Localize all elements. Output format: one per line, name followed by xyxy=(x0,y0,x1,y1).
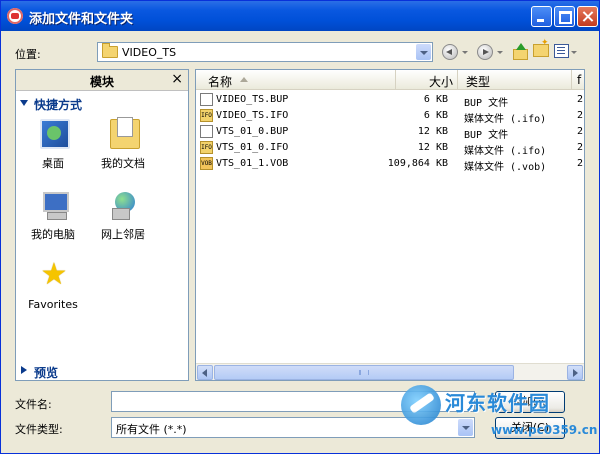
location-combobox[interactable]: VIDEO_TS xyxy=(97,42,433,62)
forward-icon[interactable] xyxy=(477,44,493,60)
file-row[interactable]: VIDEO_TS.BUP 6 KB BUP 文件 2 xyxy=(196,92,584,109)
file-date: 2 xyxy=(577,94,584,105)
bup-file-icon xyxy=(200,125,213,138)
file-name: VTS_01_0.BUP xyxy=(216,126,289,137)
scrollbar-thumb[interactable] xyxy=(214,365,514,380)
file-date: 2 xyxy=(577,158,584,169)
preview-title: 预览 xyxy=(34,366,59,380)
my-computer-icon xyxy=(40,190,70,220)
file-name: VTS_01_1.VOB xyxy=(216,158,289,169)
filetype-value: 所有文件 (*.*) xyxy=(116,423,187,436)
horizontal-scrollbar[interactable] xyxy=(196,363,584,380)
column-header-size[interactable]: 大小 xyxy=(396,70,458,90)
shortcuts-section-header[interactable]: 快捷方式 xyxy=(16,94,188,112)
file-type: 媒体文件 (.ifo) xyxy=(464,146,547,157)
expand-arrow-icon xyxy=(20,100,28,106)
vob-file-icon: VOB xyxy=(200,157,213,170)
file-size: 109,864 KB xyxy=(387,158,448,169)
location-value: VIDEO_TS xyxy=(122,46,177,59)
column-date-label: f xyxy=(577,73,582,87)
file-type: 媒体文件 (.vob) xyxy=(464,162,547,173)
shortcut-my-computer[interactable]: 我的电脑 xyxy=(18,188,88,242)
add-files-dialog: 添加文件和文件夹 位置: VIDEO_TS 模块 × 快捷方式 桌面 我的文档 xyxy=(0,0,600,454)
file-date: 2 xyxy=(577,142,584,153)
my-documents-icon xyxy=(110,117,140,149)
column-header-type[interactable]: 类型 xyxy=(458,70,572,90)
view-dropdown-icon[interactable] xyxy=(571,51,577,54)
folder-icon xyxy=(102,43,118,58)
shortcut-label: 桌面 xyxy=(42,157,64,170)
column-type-label: 类型 xyxy=(466,75,491,89)
filename-input[interactable] xyxy=(111,391,475,412)
file-type: BUP 文件 xyxy=(464,130,509,141)
bup-file-icon xyxy=(200,93,213,106)
favorites-star-icon: ★ xyxy=(40,257,68,292)
file-date: 2 xyxy=(577,110,584,121)
desktop-icon xyxy=(40,119,70,149)
file-list[interactable]: 名称 大小 类型 f VIDEO_TS.BUP 6 KB BUP 文件 2 IF… xyxy=(195,69,585,381)
add-button[interactable]: 添加(A) xyxy=(495,391,565,413)
filetype-label: 文件类型: xyxy=(15,423,63,436)
places-panel: 模块 × 快捷方式 桌面 我的文档 我的电脑 网上邻居 ★ Favorites xyxy=(15,69,189,381)
shortcut-network-places[interactable]: 网上邻居 xyxy=(88,188,158,242)
maximize-button[interactable] xyxy=(554,6,575,27)
view-menu-icon[interactable] xyxy=(554,44,569,58)
file-row[interactable]: IFO VIDEO_TS.IFO 6 KB 媒体文件 (.ifo) 2 xyxy=(196,108,584,125)
filename-label: 文件名: xyxy=(15,398,52,411)
forward-dropdown-icon[interactable] xyxy=(497,51,503,54)
shortcut-favorites[interactable]: ★ Favorites xyxy=(18,260,88,314)
preview-section-header[interactable]: 预览 xyxy=(16,362,188,380)
file-date: 2 xyxy=(577,126,584,137)
ifo-file-icon: IFO xyxy=(200,109,213,122)
column-name-label: 名称 xyxy=(208,75,233,89)
sort-ascending-icon xyxy=(240,77,248,82)
collapse-arrow-icon xyxy=(21,366,27,374)
file-row[interactable]: VOB VTS_01_1.VOB 109,864 KB 媒体文件 (.vob) … xyxy=(196,156,584,173)
panel-title: 模块 xyxy=(89,75,114,89)
app-icon xyxy=(7,8,23,24)
title-bar[interactable]: 添加文件和文件夹 xyxy=(1,1,599,31)
up-folder-icon[interactable] xyxy=(512,43,528,60)
shortcut-label: 我的电脑 xyxy=(31,228,75,241)
scroll-right-icon[interactable] xyxy=(567,365,583,380)
filetype-select[interactable]: 所有文件 (*.*) xyxy=(111,417,475,438)
file-size: 12 KB xyxy=(417,126,448,137)
file-size: 6 KB xyxy=(423,110,448,121)
file-row[interactable]: IFO VTS_01_0.IFO 12 KB 媒体文件 (.ifo) 2 xyxy=(196,140,584,157)
back-icon[interactable] xyxy=(442,44,458,60)
panel-close-icon[interactable]: × xyxy=(171,71,183,87)
file-row[interactable]: VTS_01_0.BUP 12 KB BUP 文件 2 xyxy=(196,124,584,141)
minimize-button[interactable] xyxy=(531,6,552,27)
file-type: BUP 文件 xyxy=(464,98,509,109)
shortcut-label: 我的文档 xyxy=(101,157,145,170)
location-label: 位置: xyxy=(15,48,41,61)
file-size: 12 KB xyxy=(417,142,448,153)
shortcuts-title: 快捷方式 xyxy=(34,98,83,112)
column-header-date[interactable]: f xyxy=(572,70,584,90)
shortcut-label: Favorites xyxy=(28,298,78,311)
column-size-label: 大小 xyxy=(428,75,453,89)
file-type: 媒体文件 (.ifo) xyxy=(464,114,547,125)
network-places-icon xyxy=(110,190,140,220)
close-button[interactable]: 关闭(C) xyxy=(495,417,565,439)
column-header-name[interactable]: 名称 xyxy=(196,70,396,90)
window-title: 添加文件和文件夹 xyxy=(29,12,134,27)
panel-header: 模块 × xyxy=(16,70,188,91)
scroll-left-icon[interactable] xyxy=(197,365,213,380)
file-name: VIDEO_TS.IFO xyxy=(216,110,289,121)
file-name: VIDEO_TS.BUP xyxy=(216,94,289,105)
shortcut-label: 网上邻居 xyxy=(101,228,145,241)
close-window-button[interactable] xyxy=(577,6,598,27)
shortcut-my-documents[interactable]: 我的文档 xyxy=(88,117,158,171)
chevron-down-icon[interactable] xyxy=(416,44,431,60)
file-name: VTS_01_0.IFO xyxy=(216,142,289,153)
new-folder-icon[interactable] xyxy=(533,38,549,57)
ifo-file-icon: IFO xyxy=(200,141,213,154)
shortcut-desktop[interactable]: 桌面 xyxy=(18,117,88,171)
back-dropdown-icon[interactable] xyxy=(462,51,468,54)
chevron-down-icon[interactable] xyxy=(458,419,473,436)
file-size: 6 KB xyxy=(423,94,448,105)
